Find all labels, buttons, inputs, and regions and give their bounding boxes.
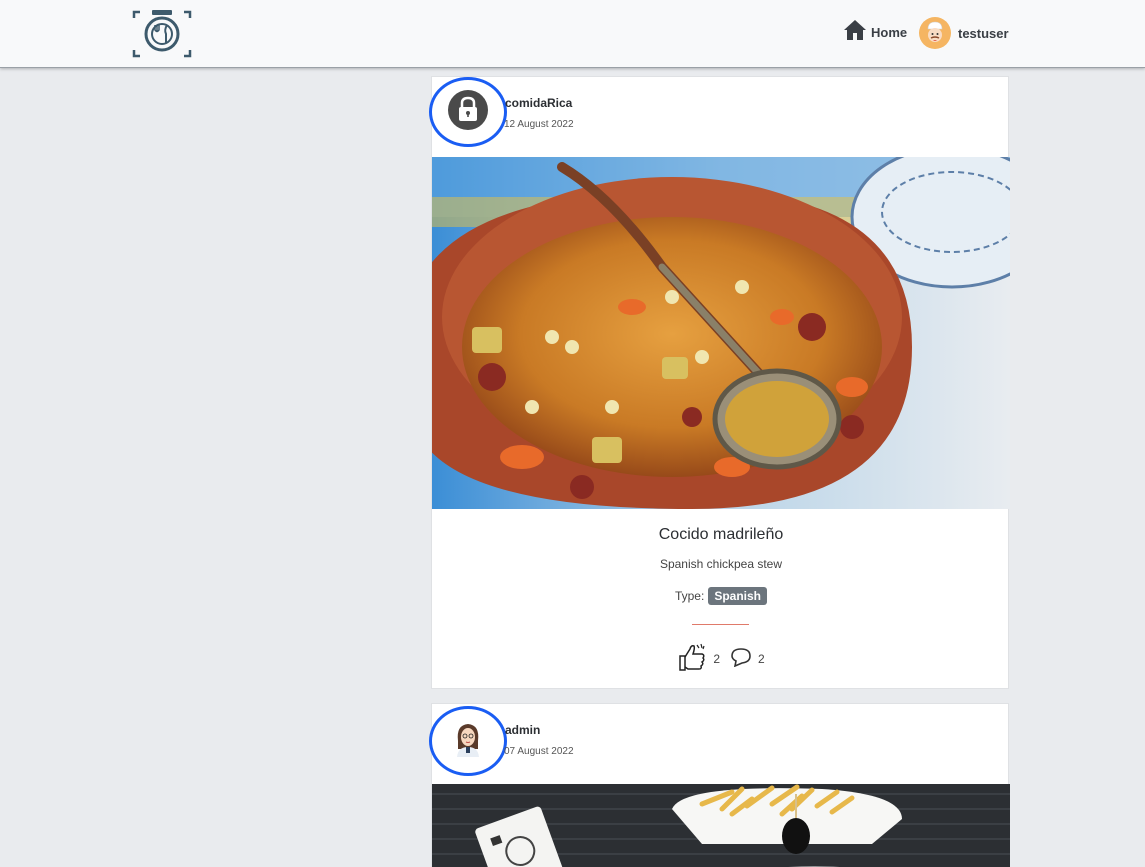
nav-home-label: Home: [871, 24, 908, 40]
like-count: 2: [713, 651, 720, 666]
post-avatar[interactable]: [429, 706, 507, 776]
post-card: comidaRica 12 August 2022 Cocido madrile…: [429, 76, 1010, 689]
post-title: Cocido madrileño: [658, 526, 784, 543]
post-image-cocido[interactable]: [432, 157, 1010, 509]
comment-button[interactable]: 2: [730, 647, 765, 670]
woman-avatar-icon: [453, 721, 483, 762]
post-avatar[interactable]: [429, 77, 507, 147]
comment-icon: [730, 647, 752, 670]
nav-home-link[interactable]: Home: [843, 18, 907, 46]
comment-count: 2: [758, 651, 765, 666]
nav-username: testuser: [958, 25, 1009, 41]
post-username[interactable]: admin: [505, 723, 540, 737]
nav-user-menu[interactable]: testuser: [919, 16, 1009, 50]
post-date: 07 August 2022: [504, 746, 574, 757]
divider: [692, 624, 749, 625]
post-type-label: Type:: [674, 589, 705, 603]
post-date: 12 August 2022: [504, 119, 574, 130]
post-description: Spanish chickpea stew: [659, 557, 783, 571]
post-username[interactable]: comidaRica: [505, 96, 572, 110]
app-logo-icon[interactable]: [130, 10, 194, 58]
user-lock-icon: [447, 89, 489, 136]
house-icon: [843, 19, 867, 46]
chef-avatar-icon: [919, 17, 951, 49]
post-type: Type: Spanish: [432, 587, 1010, 605]
post-actions: 2 2: [432, 643, 1010, 674]
thumbs-up-icon: [677, 643, 707, 674]
post-card: admin 07 August 2022: [429, 703, 1010, 867]
post-image-fries[interactable]: [432, 784, 1010, 867]
like-button[interactable]: 2: [677, 643, 720, 674]
post-type-badge[interactable]: Spanish: [708, 587, 768, 605]
navbar: Home testuser: [0, 0, 1145, 68]
